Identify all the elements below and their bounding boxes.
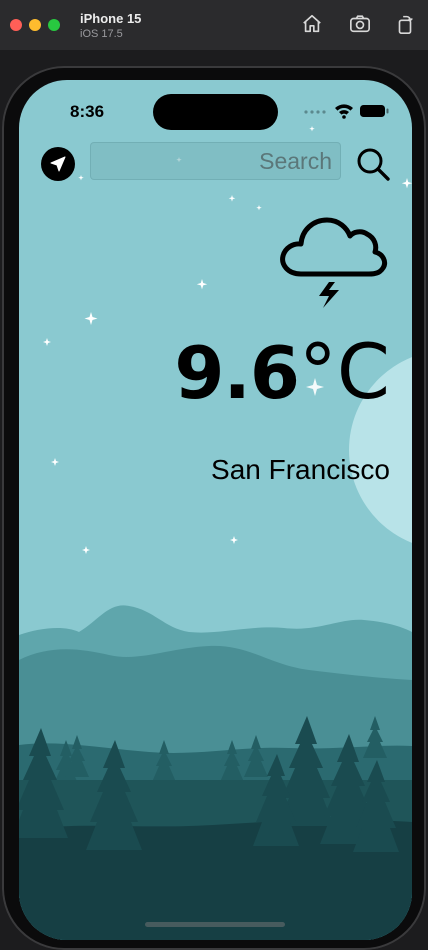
rotate-button[interactable]	[393, 12, 417, 36]
status-time: 8:36	[70, 102, 105, 121]
search-field[interactable]	[90, 142, 341, 180]
simulator-title-bar: iPhone 15 iOS 17.5	[0, 0, 428, 50]
screenshot-icon	[350, 15, 370, 33]
wifi-icon	[335, 104, 353, 119]
temperature-display: 9.6°C	[174, 334, 390, 410]
os-version: iOS 17.5	[80, 28, 123, 40]
screenshot-button[interactable]	[348, 12, 372, 36]
location-arrow-icon	[50, 156, 66, 172]
minimize-window-button[interactable]	[29, 19, 41, 31]
temperature-unit: °C	[298, 327, 390, 416]
search-icon	[357, 148, 390, 181]
device-name: iPhone 15	[80, 11, 142, 26]
home-button[interactable]	[300, 12, 324, 36]
dynamic-island	[153, 94, 278, 130]
zoom-window-button[interactable]	[48, 19, 60, 31]
location-button[interactable]	[41, 147, 75, 181]
home-indicator[interactable]	[145, 922, 285, 927]
close-window-button[interactable]	[10, 19, 22, 31]
status-icons	[304, 104, 389, 119]
rotate-icon	[398, 15, 413, 34]
search-button[interactable]	[353, 144, 393, 184]
battery-icon	[360, 105, 389, 117]
app-screen: 8:36 9.6°C San Franci	[19, 80, 412, 940]
city-name: San Francisco	[211, 454, 390, 485]
search-input[interactable]	[91, 143, 340, 179]
cloud-lightning-icon	[280, 217, 388, 308]
signal-icon	[304, 110, 326, 114]
home-icon	[303, 14, 321, 33]
temperature-value: 9.6	[174, 331, 300, 415]
